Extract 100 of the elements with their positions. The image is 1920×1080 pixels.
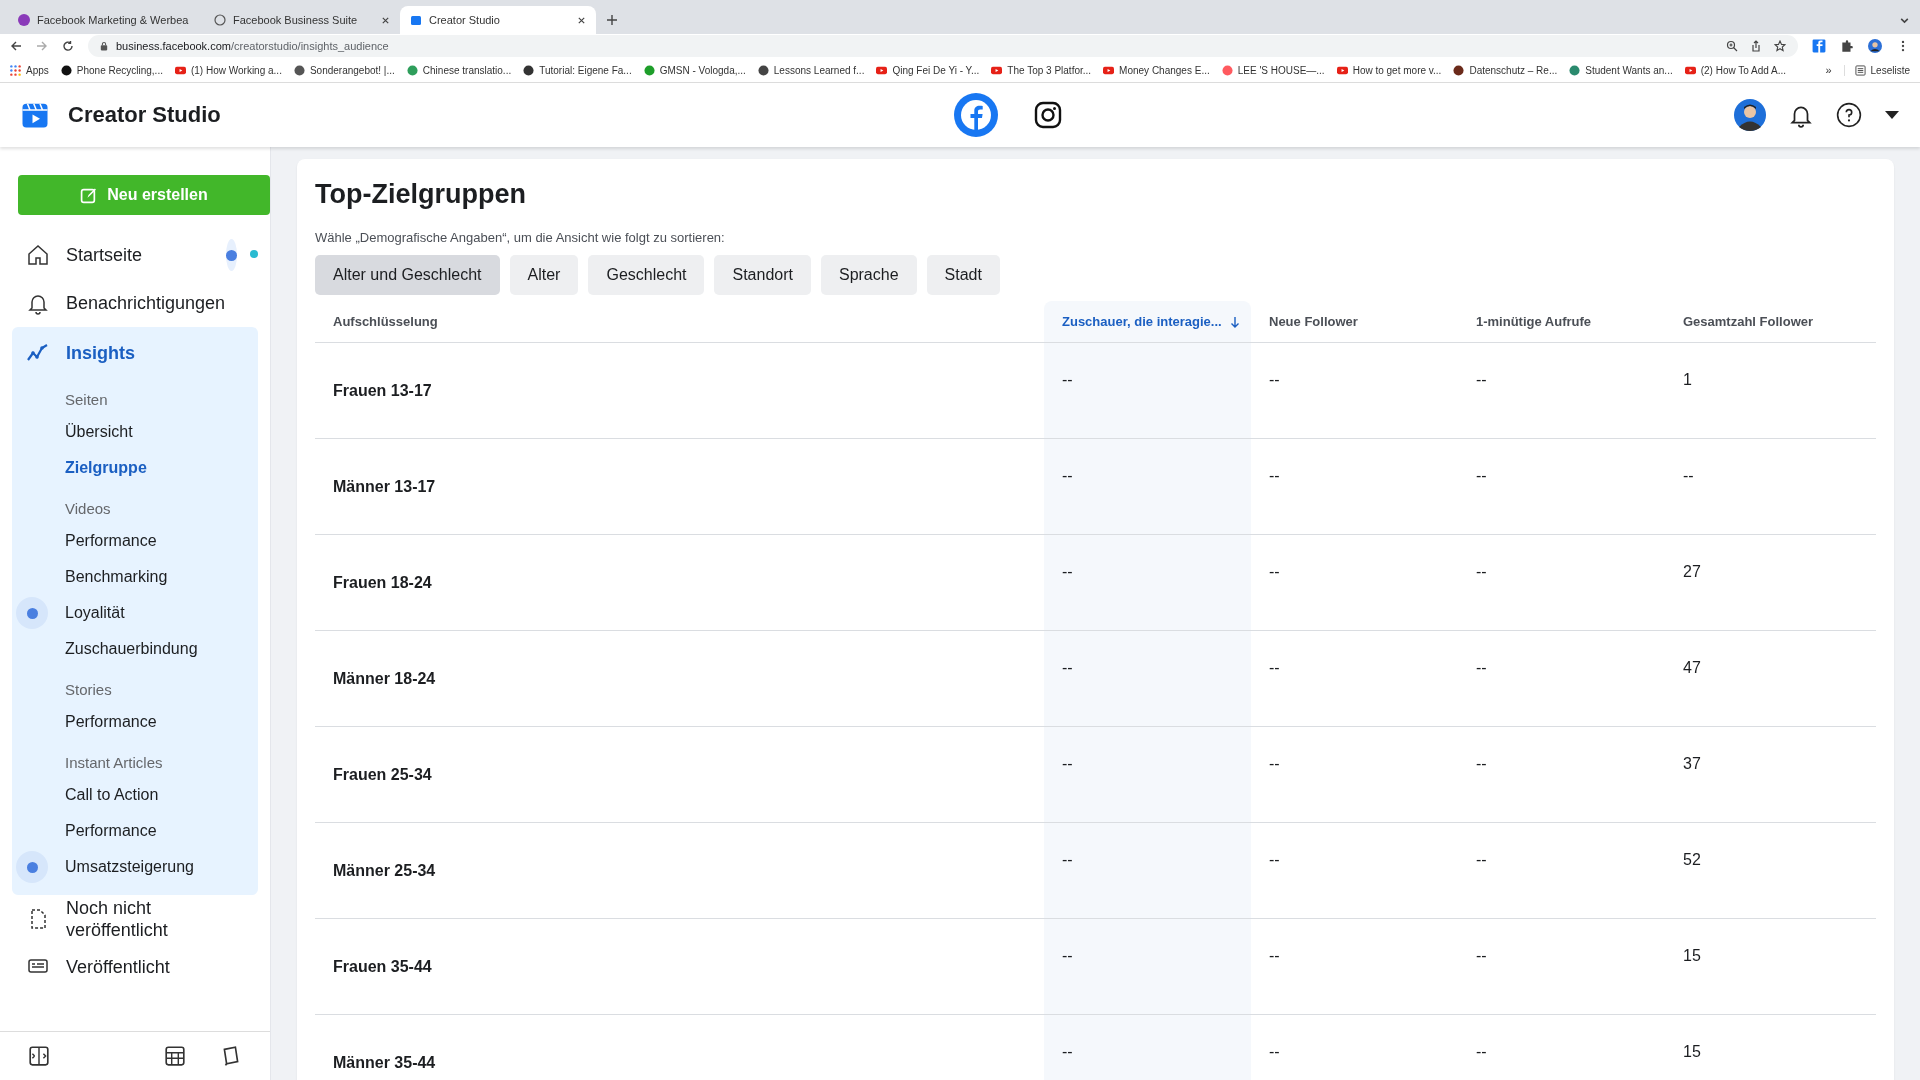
bookmark[interactable]: (1) How Working a... [174, 64, 282, 76]
filter-button[interactable]: Standort [714, 255, 811, 295]
close-icon[interactable] [381, 15, 390, 25]
subnav-link[interactable]: Performance [12, 532, 157, 550]
table-cell: -- [1044, 919, 1251, 1015]
bookmark[interactable]: LEE 'S HOUSE—... [1221, 64, 1325, 76]
table-cell: -- [1044, 1015, 1251, 1080]
back-icon[interactable] [10, 40, 22, 52]
play-icon [1103, 64, 1115, 76]
reading-list-button[interactable]: Leseliste [1843, 64, 1910, 76]
avatar-icon[interactable] [1734, 99, 1766, 131]
subnav-link[interactable]: Umsatzsteigerung [12, 858, 194, 876]
play-icon [991, 64, 1003, 76]
tab-favicon [410, 14, 422, 26]
more-bookmarks-button[interactable]: » [1825, 64, 1832, 76]
site-icon [1569, 64, 1581, 76]
play-icon [174, 64, 186, 76]
bookmark[interactable]: Qing Fei De Yi - Y... [876, 64, 980, 76]
browser-tab[interactable]: Facebook Business Suite [204, 6, 400, 34]
sidebar-toggle-icon[interactable] [28, 1045, 50, 1067]
help-icon[interactable] [1836, 102, 1862, 128]
extension-icon[interactable] [1812, 39, 1826, 53]
filter-button[interactable]: Sprache [820, 255, 917, 295]
table-icon[interactable] [164, 1045, 186, 1067]
apps-grid-icon [10, 64, 21, 76]
column-header[interactable]: Neue Follower [1251, 301, 1458, 343]
browser-tab[interactable]: Facebook Marketing & Werbea [8, 6, 204, 34]
section-heading: Seiten [64, 390, 109, 410]
home-icon [26, 243, 50, 267]
nav-item[interactable]: Benachrichtigungen [12, 279, 226, 327]
address-bar[interactable]: business.facebook.com/creatorstudio/insights_audience [88, 35, 1798, 57]
table-cell: -- [1251, 535, 1458, 631]
subnav-link[interactable]: Performance [12, 822, 157, 840]
filter-button[interactable]: Alter [509, 255, 579, 295]
star-icon[interactable] [1774, 40, 1786, 52]
column-header[interactable]: Aufschlüsselung [315, 301, 1044, 343]
table-cell: -- [1044, 343, 1251, 439]
site-icon [1453, 64, 1465, 76]
bookmark[interactable]: Datenschutz – Re... [1453, 64, 1558, 76]
bookmark[interactable]: Money Changes E... [1103, 64, 1210, 76]
bookmark[interactable]: GMSN - Vologda,... [643, 64, 746, 76]
bookmark[interactable]: Chinese translatio... [406, 64, 512, 76]
browser-tab[interactable]: Creator Studio [400, 6, 596, 34]
bookmark[interactable]: (2) How To Add A... [1684, 64, 1787, 76]
facebook-icon[interactable] [954, 93, 998, 137]
nav-item[interactable]: Startseite [12, 231, 226, 279]
close-icon[interactable] [577, 15, 586, 25]
table-cell: -- [1458, 1015, 1665, 1080]
table-cell: 52 [1665, 823, 1876, 919]
subnav-link[interactable]: Zuschauerbindung [12, 640, 198, 658]
subnav-link[interactable]: Übersicht [12, 423, 133, 441]
bookmark[interactable]: Student Wants an... [1569, 64, 1673, 76]
site-icon [406, 64, 418, 76]
site-icon [1221, 64, 1233, 76]
bookmark[interactable]: Apps [10, 64, 49, 76]
bookmark[interactable]: How to get more v... [1336, 64, 1442, 76]
subnav-link[interactable]: Call to Action [12, 786, 159, 804]
bookmark[interactable]: Phone Recycling,... [60, 64, 163, 76]
share-icon[interactable] [1750, 40, 1762, 52]
table-cell: -- [1251, 727, 1458, 823]
table-cell: Frauen 25-34 [315, 727, 1044, 823]
subnav-link[interactable]: Loyalität [12, 604, 125, 622]
filter-button[interactable]: Alter und Geschlecht [315, 255, 500, 295]
column-header[interactable]: Gesamtzahl Follower [1665, 301, 1876, 343]
nav-item[interactable]: Veröffentlicht [12, 943, 226, 991]
bookmark[interactable]: Tutorial: Eigene Fa... [523, 64, 632, 76]
table-cell: -- [1251, 823, 1458, 919]
table-cell: -- [1458, 343, 1665, 439]
dropdown-caret-icon[interactable] [1884, 110, 1900, 120]
bookmark[interactable]: The Top 3 Platfor... [991, 64, 1092, 76]
section-heading: Instant Articles [64, 753, 164, 773]
nav-item[interactable]: Noch nicht veröffentlicht [12, 895, 226, 943]
new-tab-icon[interactable] [606, 14, 618, 26]
tab-title: Facebook Business Suite [233, 14, 359, 26]
table-cell: -- [1044, 727, 1251, 823]
table-cell: 15 [1665, 919, 1876, 1015]
column-header[interactable]: Zuschauer, die interagie... [1044, 301, 1251, 343]
site-icon [293, 64, 305, 76]
play-icon [876, 64, 888, 76]
filter-button[interactable]: Geschlecht [588, 255, 705, 295]
table-cell: -- [1251, 439, 1458, 535]
reload-icon[interactable] [62, 40, 74, 52]
profile-avatar-icon[interactable] [1868, 39, 1882, 53]
table-cell: Frauen 18-24 [315, 535, 1044, 631]
filter-button[interactable]: Stadt [926, 255, 1000, 295]
table-cell: -- [1665, 439, 1876, 535]
zoom-icon[interactable] [1726, 40, 1738, 52]
subnav-link[interactable]: Zielgruppe [12, 459, 147, 477]
puzzle-icon[interactable] [1840, 39, 1854, 53]
tab-title: Creator Studio [429, 14, 501, 26]
bookmark[interactable]: Sonderangebot! |... [293, 64, 395, 76]
nav-item[interactable]: Insights [12, 329, 258, 377]
table-cell: -- [1044, 631, 1251, 727]
table-cell: -- [1044, 439, 1251, 535]
table-cell: 15 [1665, 1015, 1876, 1080]
edit-icon [80, 186, 98, 204]
subnav-link[interactable]: Benchmarking [12, 568, 168, 586]
column-header[interactable]: 1-minütige Aufrufe [1458, 301, 1665, 343]
bookmark[interactable]: Lessons Learned f... [757, 64, 865, 76]
subnav-link[interactable]: Performance [12, 713, 157, 731]
